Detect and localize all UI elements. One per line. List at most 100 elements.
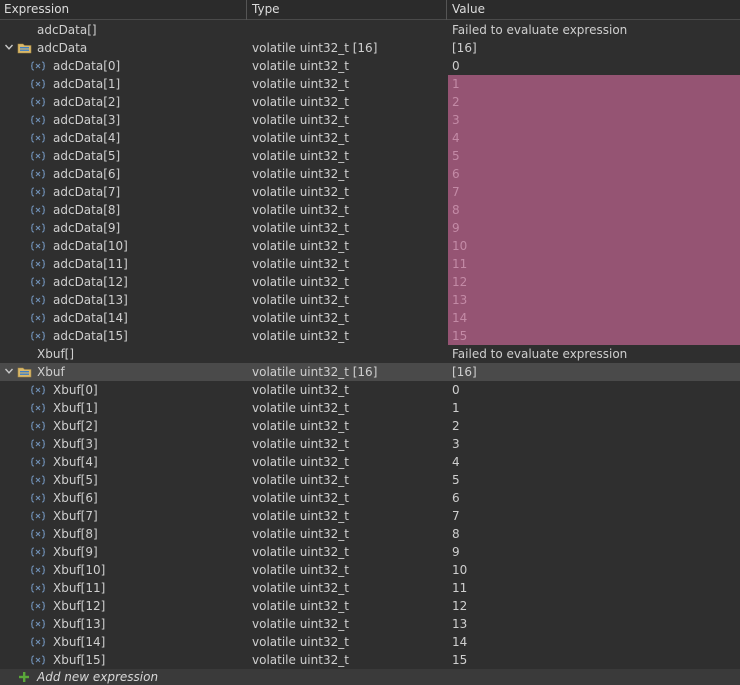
element-value[interactable]: 2 xyxy=(448,93,740,111)
array-element-row[interactable]: adcData[7] volatile uint32_t 7 xyxy=(0,183,740,201)
column-header-value[interactable]: Value xyxy=(448,0,740,20)
element-value[interactable]: 6 xyxy=(448,165,740,183)
expression-value: [16] xyxy=(452,41,477,55)
array-element-row[interactable]: Xbuf[0] volatile uint32_t 0 xyxy=(0,381,740,399)
variable-icon xyxy=(31,403,45,413)
array-element-row[interactable]: adcData[5] volatile uint32_t 5 xyxy=(0,147,740,165)
element-value[interactable]: 13 xyxy=(448,615,740,633)
expression-root-row[interactable]: Xbuf volatile uint32_t [16] [16] xyxy=(0,363,740,381)
element-name: Xbuf[11] xyxy=(53,581,106,595)
array-element-row[interactable]: adcData[8] volatile uint32_t 8 xyxy=(0,201,740,219)
array-element-row[interactable]: Xbuf[10] volatile uint32_t 10 xyxy=(0,561,740,579)
element-type: volatile uint32_t xyxy=(252,635,349,649)
array-element-row[interactable]: adcData[3] volatile uint32_t 3 xyxy=(0,111,740,129)
element-value[interactable]: 11 xyxy=(448,579,740,597)
column-header-type[interactable]: Type xyxy=(248,0,447,20)
element-type: volatile uint32_t xyxy=(252,149,349,163)
element-value[interactable]: 11 xyxy=(448,255,740,273)
element-name: adcData[5] xyxy=(53,149,121,163)
variable-icon xyxy=(31,61,45,71)
element-value[interactable]: 2 xyxy=(448,417,740,435)
array-element-row[interactable]: Xbuf[8] volatile uint32_t 8 xyxy=(0,525,740,543)
element-value[interactable]: 8 xyxy=(448,525,740,543)
expression-placeholder-row[interactable]: Xbuf[] Failed to evaluate expression xyxy=(0,345,740,363)
array-element-row[interactable]: adcData[2] volatile uint32_t 2 xyxy=(0,93,740,111)
element-value[interactable]: 7 xyxy=(448,507,740,525)
element-name: Xbuf[2] xyxy=(53,419,98,433)
array-element-row[interactable]: adcData[10] volatile uint32_t 10 xyxy=(0,237,740,255)
array-element-row[interactable]: Xbuf[12] volatile uint32_t 12 xyxy=(0,597,740,615)
array-element-row[interactable]: Xbuf[2] volatile uint32_t 2 xyxy=(0,417,740,435)
element-value[interactable]: 8 xyxy=(448,201,740,219)
array-element-row[interactable]: Xbuf[5] volatile uint32_t 5 xyxy=(0,471,740,489)
variable-icon xyxy=(31,439,45,449)
variable-icon xyxy=(31,619,45,629)
expression-root-row[interactable]: adcData volatile uint32_t [16] [16] xyxy=(0,39,740,57)
element-type: volatile uint32_t xyxy=(252,527,349,541)
element-value[interactable]: 4 xyxy=(448,129,740,147)
array-element-row[interactable]: Xbuf[6] volatile uint32_t 6 xyxy=(0,489,740,507)
element-value[interactable]: 13 xyxy=(448,291,740,309)
array-element-row[interactable]: Xbuf[3] volatile uint32_t 3 xyxy=(0,435,740,453)
array-element-row[interactable]: Xbuf[4] volatile uint32_t 4 xyxy=(0,453,740,471)
element-name: adcData[1] xyxy=(53,77,121,91)
array-element-row[interactable]: adcData[4] volatile uint32_t 4 xyxy=(0,129,740,147)
element-value[interactable]: 4 xyxy=(448,453,740,471)
element-value[interactable]: 12 xyxy=(448,597,740,615)
array-element-row[interactable]: adcData[1] volatile uint32_t 1 xyxy=(0,75,740,93)
array-element-row[interactable]: Xbuf[1] volatile uint32_t 1 xyxy=(0,399,740,417)
element-name: Xbuf[0] xyxy=(53,383,98,397)
element-value[interactable]: 15 xyxy=(448,651,740,669)
array-element-row[interactable]: adcData[14] volatile uint32_t 14 xyxy=(0,309,740,327)
element-value[interactable]: 3 xyxy=(448,435,740,453)
element-value[interactable]: 6 xyxy=(448,489,740,507)
expression-placeholder-row[interactable]: adcData[] Failed to evaluate expression xyxy=(0,21,740,39)
array-element-row[interactable]: adcData[12] volatile uint32_t 12 xyxy=(0,273,740,291)
expression-value: Failed to evaluate expression xyxy=(452,347,628,361)
element-value[interactable]: 0 xyxy=(448,57,740,75)
array-element-row[interactable]: Xbuf[11] volatile uint32_t 11 xyxy=(0,579,740,597)
array-element-row[interactable]: Xbuf[14] volatile uint32_t 14 xyxy=(0,633,740,651)
element-value[interactable]: 15 xyxy=(448,327,740,345)
element-value[interactable]: 14 xyxy=(448,309,740,327)
chevron-down-icon[interactable] xyxy=(4,366,14,376)
variable-icon xyxy=(31,133,45,143)
element-value[interactable]: 5 xyxy=(448,147,740,165)
element-name: adcData[3] xyxy=(53,113,121,127)
element-value[interactable]: 10 xyxy=(448,237,740,255)
element-value[interactable]: 9 xyxy=(448,219,740,237)
chevron-down-icon[interactable] xyxy=(4,42,14,52)
array-element-row[interactable]: adcData[13] volatile uint32_t 13 xyxy=(0,291,740,309)
element-name: Xbuf[1] xyxy=(53,401,98,415)
element-name: Xbuf[5] xyxy=(53,473,98,487)
variable-icon xyxy=(31,205,45,215)
array-element-row[interactable]: adcData[6] volatile uint32_t 6 xyxy=(0,165,740,183)
array-element-row[interactable]: adcData[0] volatile uint32_t 0 xyxy=(0,57,740,75)
array-element-row[interactable]: Xbuf[7] volatile uint32_t 7 xyxy=(0,507,740,525)
element-value[interactable]: 9 xyxy=(448,543,740,561)
array-element-row[interactable]: adcData[9] volatile uint32_t 9 xyxy=(0,219,740,237)
expressions-tree: adcData[] Failed to evaluate expression ad… xyxy=(0,21,740,669)
element-value[interactable]: 14 xyxy=(448,633,740,651)
element-value[interactable]: 12 xyxy=(448,273,740,291)
column-header-expression[interactable]: Expression xyxy=(0,0,247,20)
element-value[interactable]: 1 xyxy=(448,399,740,417)
expression-type xyxy=(252,21,447,39)
expression-type xyxy=(252,345,447,363)
array-element-row[interactable]: adcData[15] volatile uint32_t 15 xyxy=(0,327,740,345)
variable-icon xyxy=(31,637,45,647)
array-element-row[interactable]: Xbuf[15] volatile uint32_t 15 xyxy=(0,651,740,669)
element-value[interactable]: 1 xyxy=(448,75,740,93)
array-element-row[interactable]: Xbuf[9] volatile uint32_t 9 xyxy=(0,543,740,561)
array-element-row[interactable]: Xbuf[13] volatile uint32_t 13 xyxy=(0,615,740,633)
element-value[interactable]: 7 xyxy=(448,183,740,201)
element-value[interactable]: 0 xyxy=(448,381,740,399)
array-element-row[interactable]: adcData[11] volatile uint32_t 11 xyxy=(0,255,740,273)
element-value[interactable]: 5 xyxy=(448,471,740,489)
element-name: adcData[11] xyxy=(53,257,128,271)
element-value[interactable]: 10 xyxy=(448,561,740,579)
element-value[interactable]: 3 xyxy=(448,111,740,129)
element-name: adcData[15] xyxy=(53,329,128,343)
element-name: adcData[7] xyxy=(53,185,121,199)
add-expression-row[interactable]: Add new expression xyxy=(0,669,740,685)
